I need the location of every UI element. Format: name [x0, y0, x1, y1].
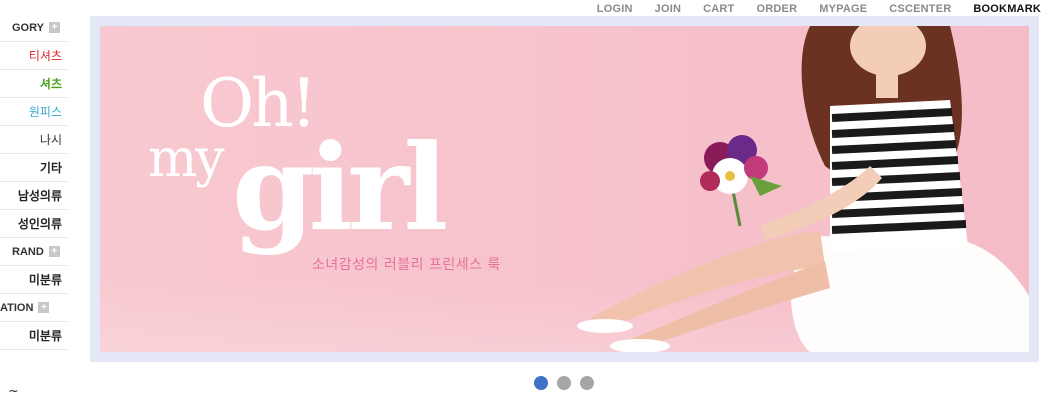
sidebar-item-label: GORY [12, 21, 44, 34]
sidebar-item-label: 기타 [39, 161, 62, 175]
banner-slide[interactable]: Oh! my girl 소녀감성의 러블리 프린세스 룩 [100, 26, 1029, 352]
slider-pagination [534, 376, 594, 390]
white-skirt [791, 236, 1029, 352]
sidebar-header-category[interactable]: GORY + [0, 14, 68, 42]
handwritten-signature: ~ [8, 384, 19, 399]
banner-headline: Oh! my girl [140, 71, 480, 251]
sidebar-item-tshirts[interactable]: 티셔츠 [0, 42, 68, 70]
sidebar-header-brand[interactable]: RAND + [0, 238, 68, 266]
sidebar-item-label: 미분류 [28, 273, 62, 287]
plus-icon[interactable]: + [48, 246, 60, 257]
sidebar-item-onepiece[interactable]: 원피스 [0, 98, 68, 126]
sandal-left [577, 319, 633, 333]
banner-slider: Oh! my girl 소녀감성의 러블리 프린세스 룩 [90, 16, 1039, 362]
sidebar-item-label: 나시 [39, 133, 62, 147]
flower-bouquet [700, 135, 782, 227]
striped-top [830, 100, 968, 252]
sidebar-item-shirts[interactable]: 셔츠 [0, 70, 68, 98]
slider-dot-1[interactable] [534, 376, 548, 390]
sidebar-item-sleeveless[interactable]: 나시 [0, 126, 68, 154]
sidebar-item-uncategorized[interactable]: 미분류 [0, 266, 68, 294]
headline-girl: girl [232, 118, 448, 257]
category-sidebar: GORY + 티셔츠 셔츠 원피스 나시 기타 남성의류 성인의류 RAND +… [0, 14, 68, 350]
sidebar-item-label: 미분류 [28, 329, 62, 343]
sidebar-item-label: 원피스 [28, 105, 62, 119]
slider-dot-2[interactable] [557, 376, 571, 390]
sidebar-item-label: 셔츠 [39, 77, 62, 91]
sidebar-item-label: 성인의류 [17, 217, 62, 231]
sidebar-item-label: ATION [0, 301, 34, 314]
plus-icon[interactable]: + [38, 302, 50, 313]
sidebar-item-etc[interactable]: 기타 [0, 154, 68, 182]
sidebar-item-label: RAND [12, 245, 44, 258]
model-photo-illustration [577, 26, 1029, 352]
sidebar-item-adultwear[interactable]: 성인의류 [0, 210, 68, 238]
sidebar-item-menswear[interactable]: 남성의류 [0, 182, 68, 210]
plus-icon[interactable]: + [49, 22, 60, 33]
sidebar-header-collection[interactable]: ATION + [0, 294, 68, 322]
slider-dot-3[interactable] [580, 376, 594, 390]
sidebar-item-label: 티셔츠 [28, 49, 62, 63]
headline-my: my [148, 129, 225, 189]
sidebar-item-label: 남성의류 [17, 189, 62, 203]
sidebar-item-uncategorized-2[interactable]: 미분류 [0, 322, 68, 350]
neck-shape [876, 64, 898, 98]
